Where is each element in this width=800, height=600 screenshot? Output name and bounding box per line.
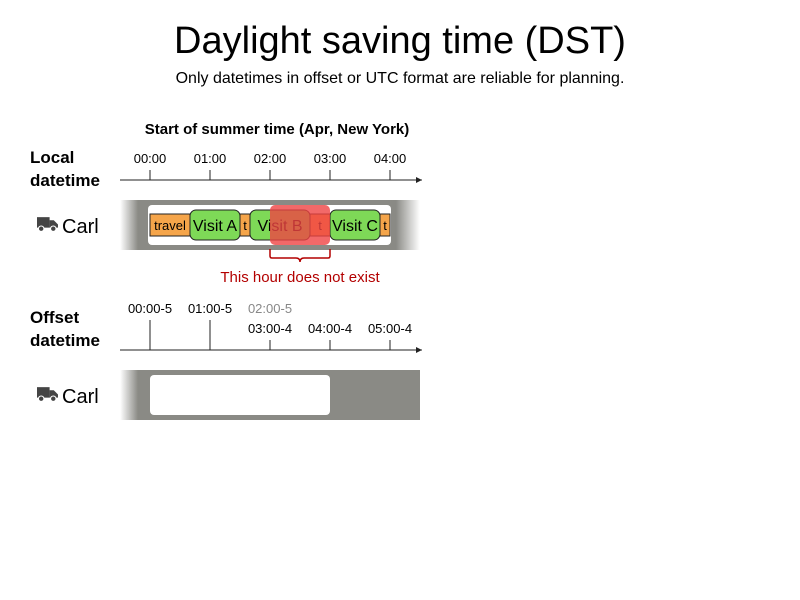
vehicle-name-local: Carl xyxy=(62,216,99,238)
offset-tick-label: 04:00-4 xyxy=(308,321,352,336)
visit-a-label: Visit A xyxy=(193,218,238,235)
visit-c-label: Visit C xyxy=(332,218,378,235)
local-tick-label: 02:00 xyxy=(254,151,287,166)
travel-short-label: t xyxy=(243,218,247,233)
truck-icon xyxy=(37,387,58,402)
local-tick-label: 04:00 xyxy=(374,151,407,166)
travel-label: travel xyxy=(154,218,186,233)
local-tick-label: 03:00 xyxy=(314,151,347,166)
local-axis-label-line1: Local xyxy=(30,148,74,167)
travel-short-label: t xyxy=(383,218,387,233)
offset-axis-label-line1: Offset xyxy=(30,308,79,327)
local-tick-label: 00:00 xyxy=(134,151,167,166)
nonexistent-hour-label: This hour does not exist xyxy=(220,269,380,286)
dst-diagram: Start of summer time (Apr, New York) Loc… xyxy=(30,121,422,420)
section-heading: Start of summer time (Apr, New York) xyxy=(145,121,410,138)
vehicle-name-offset: Carl xyxy=(62,386,99,408)
offset-axis-label-line2: datetime xyxy=(30,331,100,350)
nonexistent-hour-brace xyxy=(269,249,331,263)
offset-tick-label: 05:00-4 xyxy=(368,321,412,336)
local-tick-label: 01:00 xyxy=(194,151,227,166)
local-axis-label-line2: datetime xyxy=(30,171,100,190)
nonexistent-hour-overlay xyxy=(270,205,330,245)
truck-icon xyxy=(37,217,58,232)
offset-tick-label: 01:00-5 xyxy=(188,301,232,316)
offset-tick-label: 03:00-4 xyxy=(248,321,292,336)
offset-tick-label: 00:00-5 xyxy=(128,301,172,316)
route-background-offset xyxy=(150,375,330,415)
offset-tick-label-greyed: 02:00-5 xyxy=(248,301,292,316)
